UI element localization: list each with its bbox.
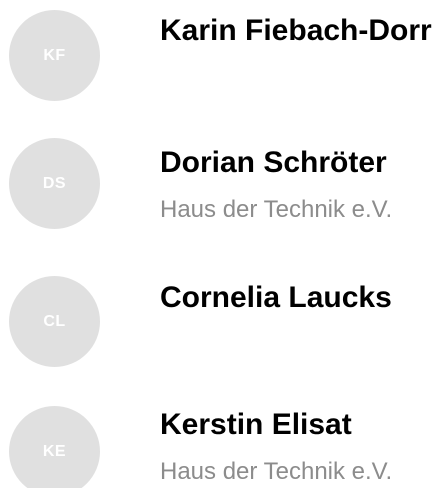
avatar-initials: CL	[43, 312, 66, 330]
contact-item[interactable]: CL Cornelia Laucks	[0, 256, 433, 376]
contact-organization: Haus der Technik e.V.	[160, 458, 393, 485]
avatar-initials: KE	[42, 442, 67, 460]
contact-name: Cornelia Laucks	[160, 281, 392, 314]
contact-name: Karin Fiebach-Dorr	[160, 14, 432, 47]
contact-item[interactable]: KE Kerstin Elisat Haus der Technik e.V.	[0, 368, 433, 488]
contact-name: Dorian Schröter	[160, 146, 387, 179]
avatar: KE	[9, 406, 100, 488]
contact-name: Kerstin Elisat	[160, 408, 352, 441]
avatar: CL	[9, 276, 100, 367]
avatar: KF	[9, 10, 100, 101]
contact-item[interactable]: KF Karin Fiebach-Dorr	[0, 0, 433, 120]
avatar-initials: DS	[42, 174, 67, 192]
contact-list: KF Karin Fiebach-Dorr DS Dorian Schröter…	[0, 0, 433, 488]
avatar-initials: KF	[43, 46, 66, 64]
contact-item[interactable]: DS Dorian Schröter Haus der Technik e.V.	[0, 128, 433, 248]
contact-organization: Haus der Technik e.V.	[160, 196, 393, 223]
avatar: DS	[9, 138, 100, 229]
